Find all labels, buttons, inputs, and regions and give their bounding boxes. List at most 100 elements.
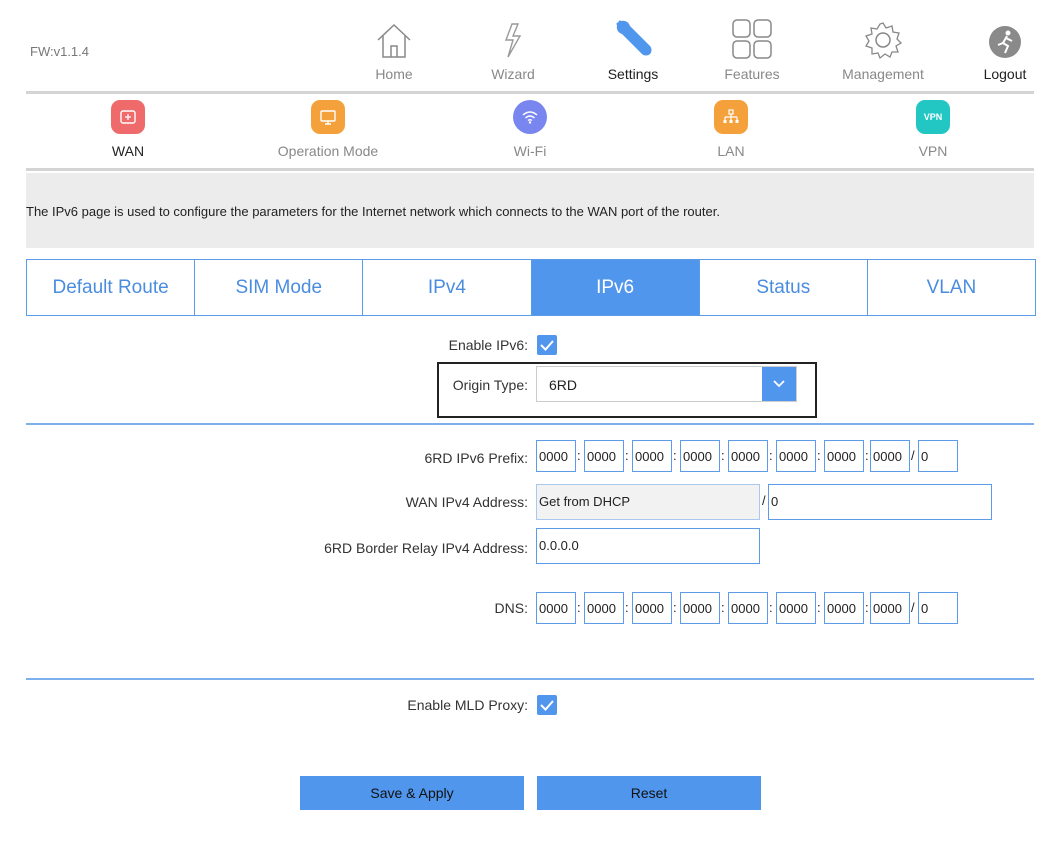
nav-features[interactable]: Features xyxy=(707,14,797,82)
separator: : xyxy=(625,600,629,615)
nav-management-label: Management xyxy=(842,66,924,82)
chevron-down-icon[interactable] xyxy=(762,367,796,401)
top-navigation: Home Wizard Settings Features Management… xyxy=(0,14,1054,90)
prefix-segment-8[interactable]: 0000 xyxy=(870,440,910,472)
checkmark-icon xyxy=(540,340,554,351)
enable-ipv6-checkbox[interactable] xyxy=(537,335,557,355)
prefix-segment-4[interactable]: 0000 xyxy=(680,440,720,472)
dns-segment-4[interactable]: 0000 xyxy=(680,592,720,624)
dns-segment-5[interactable]: 0000 xyxy=(728,592,768,624)
sub-divider xyxy=(26,168,1034,171)
nav-home-label: Home xyxy=(375,66,413,82)
nav-wizard[interactable]: Wizard xyxy=(468,14,558,82)
prefix-label: 6RD IPv6 Prefix: xyxy=(424,450,528,466)
prefix-segment-1[interactable]: 0000 xyxy=(536,440,576,472)
wan-ipv4-input[interactable]: Get from DHCP xyxy=(536,484,760,520)
separator: : xyxy=(865,600,869,615)
separator: : xyxy=(625,448,629,463)
wan-ipv4-mask-input[interactable]: 0 xyxy=(768,484,992,520)
separator: : xyxy=(769,600,773,615)
prefix-segment-6[interactable]: 0000 xyxy=(776,440,816,472)
origin-type-select[interactable]: 6RD xyxy=(536,366,797,402)
origin-type-value: 6RD xyxy=(549,377,578,393)
logout-icon xyxy=(960,14,1050,60)
border-relay-input[interactable]: 0.0.0.0 xyxy=(536,528,760,564)
nav-logout[interactable]: Logout xyxy=(960,14,1050,82)
separator: : xyxy=(817,448,821,463)
nav-home[interactable]: Home xyxy=(349,14,439,82)
tab-ipv4[interactable]: IPv4 xyxy=(363,260,532,315)
subnav-vpn-label: VPN xyxy=(918,143,948,159)
tab-vlan[interactable]: VLAN xyxy=(868,260,1035,315)
separator: : xyxy=(673,600,677,615)
separator: / xyxy=(911,448,915,463)
separator: : xyxy=(577,448,581,463)
save-apply-button[interactable]: Save & Apply xyxy=(300,776,524,810)
top-divider xyxy=(26,91,1034,94)
lan-icon xyxy=(714,100,748,134)
reset-button[interactable]: Reset xyxy=(537,776,761,810)
nav-management[interactable]: Management xyxy=(838,14,928,82)
home-icon xyxy=(349,14,439,60)
mld-proxy-checkbox[interactable] xyxy=(537,695,557,715)
vpn-icon: VPN xyxy=(916,100,950,134)
mld-proxy-label: Enable MLD Proxy: xyxy=(407,697,528,713)
separator: : xyxy=(865,448,869,463)
enable-ipv6-label: Enable IPv6: xyxy=(448,337,528,353)
tab-sim-mode[interactable]: SIM Mode xyxy=(195,260,364,315)
nav-logout-label: Logout xyxy=(983,66,1027,82)
section-divider-2 xyxy=(26,678,1034,680)
checkmark-icon xyxy=(540,700,554,711)
separator: : xyxy=(721,448,725,463)
separator: : xyxy=(721,600,725,615)
prefix-segment-5[interactable]: 0000 xyxy=(728,440,768,472)
origin-type-label: Origin Type: xyxy=(452,377,528,393)
nav-settings[interactable]: Settings xyxy=(588,14,678,82)
separator: / xyxy=(911,600,915,615)
page-description: The IPv6 page is used to configure the p… xyxy=(26,173,1034,248)
wrench-icon xyxy=(588,14,678,60)
tab-ipv6[interactable]: IPv6 xyxy=(531,260,700,315)
wizard-icon xyxy=(468,14,558,60)
tab-default-route[interactable]: Default Route xyxy=(27,260,196,315)
separator: : xyxy=(769,448,773,463)
subnav-lan[interactable]: LAN xyxy=(651,97,811,159)
section-divider-1 xyxy=(26,423,1034,425)
nav-features-label: Features xyxy=(724,66,780,82)
wan-icon xyxy=(111,100,145,134)
grid-icon xyxy=(707,14,797,60)
sub-navigation: WAN Operation Mode Wi-Fi LAN VPN VPN xyxy=(0,97,1054,167)
prefix-length-input[interactable]: 0 xyxy=(918,440,958,472)
separator: : xyxy=(673,448,677,463)
prefix-segment-3[interactable]: 0000 xyxy=(632,440,672,472)
border-relay-label: 6RD Border Relay IPv4 Address: xyxy=(324,540,528,556)
subnav-lan-label: LAN xyxy=(717,143,745,159)
subnav-wifi[interactable]: Wi-Fi xyxy=(450,97,610,159)
ipv6-tabs: Default Route SIM Mode IPv4 IPv6 Status … xyxy=(26,259,1036,316)
wifi-icon xyxy=(513,100,547,134)
separator: / xyxy=(762,493,766,508)
subnav-wan-label: WAN xyxy=(111,143,145,159)
subnav-wifi-label: Wi-Fi xyxy=(513,143,547,159)
nav-settings-label: Settings xyxy=(607,66,659,82)
nav-wizard-label: Wizard xyxy=(491,66,535,82)
tab-status[interactable]: Status xyxy=(700,260,868,315)
prefix-segment-2[interactable]: 0000 xyxy=(584,440,624,472)
monitor-icon xyxy=(311,100,345,134)
prefix-segment-7[interactable]: 0000 xyxy=(824,440,864,472)
dns-segment-1[interactable]: 0000 xyxy=(536,592,576,624)
wan-ipv4-label: WAN IPv4 Address: xyxy=(405,494,528,510)
subnav-vpn[interactable]: VPN VPN xyxy=(853,97,1013,159)
separator: : xyxy=(817,600,821,615)
subnav-operation-mode[interactable]: Operation Mode xyxy=(248,97,408,159)
dns-label: DNS: xyxy=(494,600,528,616)
separator: : xyxy=(577,600,581,615)
subnav-wan[interactable]: WAN xyxy=(48,97,208,159)
dns-segment-3[interactable]: 0000 xyxy=(632,592,672,624)
dns-segment-7[interactable]: 0000 xyxy=(824,592,864,624)
dns-segment-2[interactable]: 0000 xyxy=(584,592,624,624)
dns-segment-6[interactable]: 0000 xyxy=(776,592,816,624)
dns-segment-8[interactable]: 0000 xyxy=(870,592,910,624)
subnav-operation-mode-label: Operation Mode xyxy=(277,143,379,159)
dns-length-input[interactable]: 0 xyxy=(918,592,958,624)
